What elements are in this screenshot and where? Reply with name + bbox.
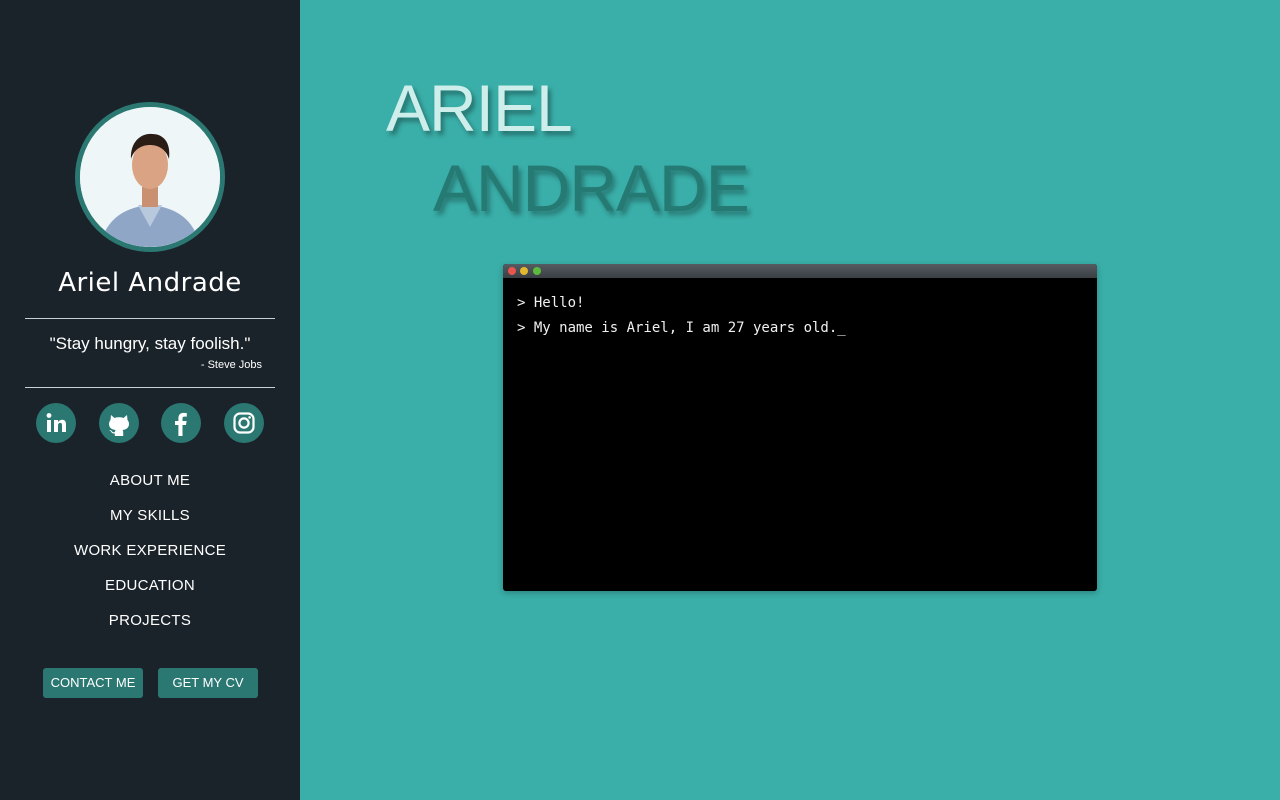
divider bbox=[25, 318, 275, 319]
profile-photo bbox=[80, 107, 220, 247]
close-dot-icon bbox=[508, 267, 516, 275]
instagram-link[interactable] bbox=[224, 403, 264, 443]
sidebar: Ariel Andrade "Stay hungry, stay foolish… bbox=[0, 0, 300, 800]
github-link[interactable] bbox=[99, 403, 139, 443]
instagram-icon bbox=[233, 412, 255, 434]
terminal-window: > Hello! > My name is Ariel, I am 27 yea… bbox=[503, 264, 1097, 591]
nav-item-about-me[interactable]: ABOUT ME bbox=[0, 470, 300, 505]
divider bbox=[25, 387, 275, 388]
terminal-title-bar bbox=[503, 264, 1097, 278]
hero-first-name: ARIEL bbox=[386, 71, 573, 145]
quote: "Stay hungry, stay foolish." bbox=[49, 334, 251, 353]
facebook-link[interactable] bbox=[161, 403, 201, 443]
terminal-line: > Hello! bbox=[517, 295, 585, 311]
hero-last-name: ANDRADE bbox=[433, 151, 750, 225]
maximize-dot-icon bbox=[533, 267, 541, 275]
nav-item-my-skills[interactable]: MY SKILLS bbox=[0, 505, 300, 540]
nav-item-education[interactable]: EDUCATION bbox=[0, 575, 300, 610]
contact-me-button[interactable]: CONTACT ME bbox=[43, 668, 143, 698]
minimize-dot-icon bbox=[520, 267, 528, 275]
get-cv-button[interactable]: GET MY CV bbox=[158, 668, 258, 698]
github-icon bbox=[109, 415, 129, 436]
nav-item-projects[interactable]: PROJECTS bbox=[0, 610, 300, 645]
quote-author: - Steve Jobs bbox=[200, 359, 262, 371]
nav-item-work-experience[interactable]: WORK EXPERIENCE bbox=[0, 540, 300, 575]
terminal-line: > My name is Ariel, I am 27 years old._ bbox=[517, 320, 846, 336]
profile-name: Ariel Andrade bbox=[58, 268, 242, 298]
linkedin-link[interactable] bbox=[36, 403, 76, 443]
avatar bbox=[75, 102, 225, 252]
main-nav: ABOUT ME MY SKILLS WORK EXPERIENCE EDUCA… bbox=[0, 470, 300, 645]
facebook-icon bbox=[175, 412, 187, 436]
linkedin-icon bbox=[46, 413, 66, 432]
terminal-output: > Hello! > My name is Ariel, I am 27 yea… bbox=[503, 278, 1097, 344]
